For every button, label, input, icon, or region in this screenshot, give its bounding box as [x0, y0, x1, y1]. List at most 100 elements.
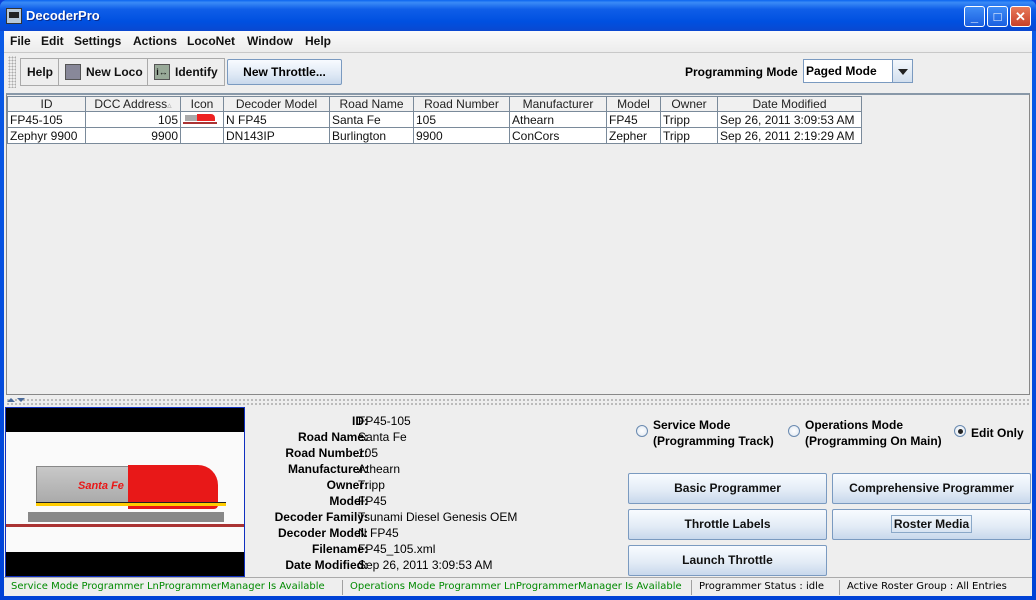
column-header-label: Manufacturer [522, 97, 594, 111]
arrow-down-icon[interactable] [17, 398, 25, 402]
table-cell[interactable]: 105 [413, 111, 510, 128]
client-area: File Edit Settings Actions LocoNet Windo… [4, 31, 1032, 596]
column-header[interactable]: Road Number [413, 96, 510, 112]
table-cell[interactable]: N FP45 [223, 111, 330, 128]
column-header-label: Road Number [424, 97, 499, 111]
detail-value: Sep 26, 2011 3:09:53 AM [358, 558, 493, 572]
column-header[interactable]: DCC Address▵ [85, 96, 181, 112]
column-header[interactable]: ID [7, 96, 86, 112]
chevron-down-icon[interactable] [892, 60, 912, 82]
arrow-up-icon[interactable] [7, 398, 15, 402]
table-cell[interactable] [180, 127, 224, 144]
table-cell[interactable]: Santa Fe [329, 111, 414, 128]
table-cell[interactable]: FP45 [606, 111, 661, 128]
detail-label: Road Number: [285, 446, 368, 460]
menu-edit[interactable]: Edit [41, 34, 64, 48]
identify-label: Identify [175, 65, 218, 79]
comprehensive-programmer-button[interactable]: Comprehensive Programmer [832, 473, 1031, 504]
identify-button[interactable]: i↔ Identify [147, 58, 225, 86]
table-row[interactable]: FP45-105 105 N FP45 Santa Fe 105 Athearn FP45 T… [7, 111, 862, 128]
operations-mode-radio[interactable]: Operations Mode (Programming On Main) [788, 417, 942, 449]
app-icon [6, 8, 22, 24]
column-header-label: Date Modified [752, 97, 827, 111]
table-cell[interactable]: 9900 [413, 127, 510, 144]
detail-value: FP45 [358, 494, 387, 508]
loco-image: Santa Fe [5, 407, 245, 577]
column-header-label: ID [40, 97, 53, 111]
table-cell[interactable]: DN143IP [223, 127, 330, 144]
loco-icon [65, 64, 81, 80]
title-bar[interactable]: DecoderPro _ □ ✕ [0, 0, 1036, 31]
table-cell[interactable]: FP45-105 [7, 111, 86, 128]
table-cell[interactable]: Burlington [329, 127, 414, 144]
edit-only-radio[interactable]: Edit Only [954, 417, 1024, 441]
new-loco-button[interactable]: New Loco [58, 58, 150, 86]
service-mode-radio[interactable]: Service Mode (Programming Track) [636, 417, 774, 449]
table-cell[interactable]: Sep 26, 2011 3:09:53 AM [717, 111, 862, 128]
table-cell[interactable]: Zephyr 9900 [7, 127, 86, 144]
table-cell[interactable]: Tripp [660, 127, 718, 144]
column-header[interactable]: Road Name [329, 96, 414, 112]
column-header[interactable]: Icon [180, 96, 224, 112]
programming-mode-label: Programming Mode [685, 65, 798, 79]
menu-file[interactable]: File [10, 34, 31, 48]
table-cell[interactable]: Athearn [509, 111, 607, 128]
table-cell[interactable]: Sep 26, 2011 2:19:29 AM [717, 127, 862, 144]
detail-value: Tripp [358, 478, 385, 492]
decoderpro-window: DecoderPro _ □ ✕ File Edit Settings Acti… [0, 0, 1036, 600]
toolbar-grip[interactable] [8, 56, 16, 88]
launch-throttle-button[interactable]: Launch Throttle [628, 545, 827, 576]
table-cell[interactable] [180, 111, 224, 128]
help-label: Help [27, 65, 54, 79]
programming-mode-value: Paged Mode [806, 64, 877, 78]
table-row[interactable]: Zephyr 9900 9900 DN143IP Burlington 9900 ConC… [7, 127, 862, 144]
detail-value: N FP45 [358, 526, 399, 540]
new-loco-label: New Loco [86, 65, 143, 79]
menu-window[interactable]: Window [247, 34, 293, 48]
table-cell[interactable]: 105 [85, 111, 181, 128]
programming-mode-select[interactable]: Paged Mode [803, 59, 913, 83]
roster-media-label: Roster Media [890, 515, 973, 533]
loco-image-lettering: Santa Fe [78, 480, 124, 492]
sort-ascending-icon: ▵ [167, 100, 172, 110]
column-header-label: DCC Address [94, 97, 168, 111]
new-throttle-button[interactable]: New Throttle... [227, 59, 342, 85]
operations-mode-label: Operations Mode [805, 418, 904, 432]
column-header-label: Decoder Model [235, 97, 318, 111]
basic-programmer-button[interactable]: Basic Programmer [628, 473, 827, 504]
detail-label: Decoder Family: [274, 510, 368, 524]
edit-only-label: Edit Only [971, 426, 1024, 440]
column-header-label: Owner [671, 97, 707, 111]
table-cell[interactable]: Zepher [606, 127, 661, 144]
window-title: DecoderPro [26, 8, 100, 23]
roster-media-button[interactable]: Roster Media [832, 509, 1031, 540]
maximize-button[interactable]: □ [987, 6, 1008, 27]
menu-help[interactable]: Help [305, 34, 331, 48]
detail-value: FP45-105 [358, 414, 411, 428]
operations-mode-status: Operations Mode Programmer LnProgrammerM… [343, 580, 692, 595]
throttle-labels-button[interactable]: Throttle Labels [628, 509, 827, 540]
column-header[interactable]: Manufacturer [509, 96, 607, 112]
column-header-label: Road Name [339, 97, 404, 111]
table-cell[interactable]: Tripp [660, 111, 718, 128]
help-button[interactable]: Help [20, 58, 61, 86]
table-cell[interactable]: ConCors [509, 127, 607, 144]
menu-settings[interactable]: Settings [74, 34, 121, 48]
menu-loconet[interactable]: LocoNet [187, 34, 235, 48]
column-header[interactable]: Owner [660, 96, 718, 112]
operations-mode-sublabel: (Programming On Main) [805, 434, 942, 448]
minimize-button[interactable]: _ [964, 6, 985, 27]
table-cell[interactable]: 9900 [85, 127, 181, 144]
identify-icon: i↔ [154, 64, 170, 80]
column-header[interactable]: Decoder Model [223, 96, 330, 112]
column-header[interactable]: Model [606, 96, 661, 112]
radio-icon [788, 425, 800, 437]
detail-label: Decoder Model: [277, 526, 368, 540]
detail-value: FP45_105.xml [358, 542, 436, 556]
split-pane-divider[interactable] [6, 397, 1030, 405]
column-header[interactable]: Date Modified [717, 96, 862, 112]
programmer-status: Programmer Status : idle [692, 580, 840, 595]
menu-actions[interactable]: Actions [133, 34, 177, 48]
close-button[interactable]: ✕ [1010, 6, 1031, 27]
detail-label: Date Modified: [285, 558, 368, 572]
